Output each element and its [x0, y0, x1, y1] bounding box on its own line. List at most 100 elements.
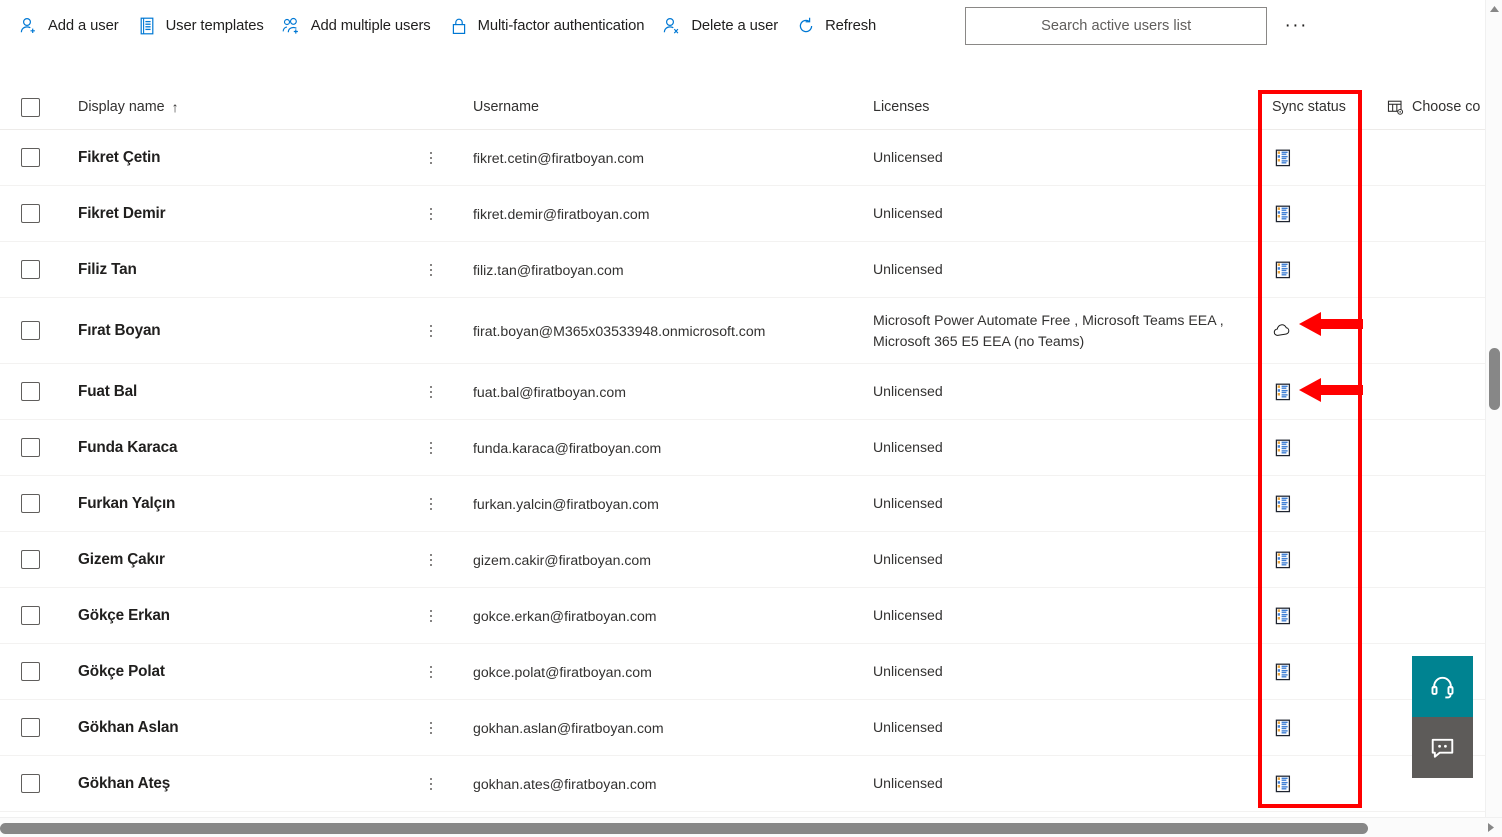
cell-row-actions[interactable]: [420, 298, 442, 363]
row-more-options-icon[interactable]: [420, 315, 442, 347]
cell-display-name[interactable]: Gökçe Polat: [78, 644, 165, 699]
table-row[interactable]: Fırat Boyan firat.boyan@M365x03533948.onm…: [0, 298, 1485, 364]
refresh-button[interactable]: Refresh: [787, 7, 885, 45]
row-checkbox[interactable]: [21, 204, 40, 223]
row-more-options-icon[interactable]: [420, 600, 442, 632]
cell-licenses: Unlicensed: [873, 532, 1253, 587]
row-checkbox[interactable]: [21, 718, 40, 737]
row-more-options-icon[interactable]: [420, 254, 442, 286]
cell-display-name[interactable]: Fuat Bal: [78, 364, 137, 419]
row-checkbox-cell[interactable]: [21, 130, 40, 185]
cell-row-actions[interactable]: [420, 700, 442, 755]
cell-row-actions[interactable]: [420, 242, 442, 297]
delete-a-user-button[interactable]: Delete a user: [653, 7, 787, 45]
cell-display-name[interactable]: Gökhan Aslan: [78, 700, 179, 755]
cell-row-actions[interactable]: [420, 588, 442, 643]
row-checkbox-cell[interactable]: [21, 532, 40, 587]
display-name-text: Gökhan Aslan: [78, 718, 179, 736]
row-checkbox[interactable]: [21, 260, 40, 279]
row-checkbox-cell[interactable]: [21, 298, 40, 363]
table-row[interactable]: Gökçe Polat gokce.polat@firatboyan.com Unl…: [0, 644, 1485, 700]
feedback-button[interactable]: [1412, 717, 1473, 778]
cell-sync-status: [1272, 700, 1294, 755]
search-box[interactable]: [965, 7, 1268, 45]
add-a-user-button[interactable]: Add a user: [10, 7, 128, 45]
add-multiple-users-button[interactable]: Add multiple users: [273, 7, 440, 45]
cell-display-name[interactable]: Furkan Yalçın: [78, 476, 175, 531]
scroll-up-arrow-button[interactable]: [1486, 0, 1502, 18]
user-templates-button[interactable]: User templates: [128, 7, 273, 45]
row-more-options-icon[interactable]: [420, 376, 442, 408]
cell-display-name[interactable]: Fikret Demir: [78, 186, 166, 241]
row-checkbox[interactable]: [21, 438, 40, 457]
cell-display-name[interactable]: Fırat Boyan: [78, 298, 161, 363]
scroll-right-arrow-button[interactable]: [1482, 818, 1500, 837]
table-row[interactable]: Fikret Demir fikret.demir@firatboyan.com U…: [0, 186, 1485, 242]
row-checkbox-cell[interactable]: [21, 186, 40, 241]
row-checkbox[interactable]: [21, 148, 40, 167]
table-row[interactable]: Fuat Bal fuat.bal@firatboyan.com Unlicense…: [0, 364, 1485, 420]
select-all-checkbox-cell[interactable]: [21, 85, 40, 129]
table-row[interactable]: Gökçe Erkan gokce.erkan@firatboyan.com Unl…: [0, 588, 1485, 644]
search-input[interactable]: [966, 8, 1267, 44]
cell-row-actions[interactable]: [420, 420, 442, 475]
row-checkbox[interactable]: [21, 774, 40, 793]
row-checkbox-cell[interactable]: [21, 242, 40, 297]
cell-row-actions[interactable]: [420, 532, 442, 587]
table-row[interactable]: Filiz Tan filiz.tan@firatboyan.com Unlicen…: [0, 242, 1485, 298]
table-row[interactable]: Funda Karaca funda.karaca@firatboyan.com U…: [0, 420, 1485, 476]
row-checkbox[interactable]: [21, 606, 40, 625]
row-more-options-icon[interactable]: [420, 544, 442, 576]
vertical-scrollbar-thumb[interactable]: [1489, 348, 1500, 410]
column-header-sync-status[interactable]: Sync status: [1272, 85, 1346, 129]
cell-row-actions[interactable]: [420, 756, 442, 811]
choose-columns-button[interactable]: Choose co: [1385, 85, 1480, 129]
row-checkbox-cell[interactable]: [21, 588, 40, 643]
column-header-licenses[interactable]: Licenses: [873, 85, 929, 129]
cell-display-name[interactable]: Funda Karaca: [78, 420, 178, 475]
cell-display-name[interactable]: Gizem Çakır: [78, 532, 165, 587]
column-header-display-name[interactable]: Display name ↑: [78, 85, 179, 129]
row-more-options-icon[interactable]: [420, 488, 442, 520]
cell-row-actions[interactable]: [420, 644, 442, 699]
row-checkbox[interactable]: [21, 662, 40, 681]
row-checkbox[interactable]: [21, 494, 40, 513]
vertical-scrollbar[interactable]: [1485, 0, 1502, 820]
row-checkbox-cell[interactable]: [21, 756, 40, 811]
row-checkbox[interactable]: [21, 321, 40, 340]
row-checkbox-cell[interactable]: [21, 364, 40, 419]
row-more-options-icon[interactable]: [420, 656, 442, 688]
cell-row-actions[interactable]: [420, 364, 442, 419]
horizontal-scrollbar[interactable]: [0, 817, 1502, 837]
column-header-username[interactable]: Username: [473, 85, 539, 129]
help-support-button[interactable]: [1412, 656, 1473, 717]
cell-row-actions[interactable]: [420, 476, 442, 531]
cell-display-name[interactable]: Fikret Çetin: [78, 130, 161, 185]
table-row[interactable]: Gökhan Ateş gokhan.ates@firatboyan.com Unl…: [0, 756, 1485, 812]
row-checkbox[interactable]: [21, 550, 40, 569]
row-checkbox-cell[interactable]: [21, 476, 40, 531]
cell-row-actions[interactable]: [420, 130, 442, 185]
cell-display-name[interactable]: Gökçe Erkan: [78, 588, 170, 643]
row-checkbox-cell[interactable]: [21, 644, 40, 699]
table-row[interactable]: Furkan Yalçın furkan.yalcin@firatboyan.co…: [0, 476, 1485, 532]
cell-display-name[interactable]: Filiz Tan: [78, 242, 137, 297]
horizontal-scrollbar-thumb[interactable]: [0, 823, 1368, 834]
row-more-options-icon[interactable]: [420, 432, 442, 464]
row-more-options-icon[interactable]: [420, 198, 442, 230]
select-all-checkbox[interactable]: [21, 97, 40, 117]
cell-licenses: Unlicensed: [873, 476, 1253, 531]
table-row[interactable]: Fikret Çetin fikret.cetin@firatboyan.com U…: [0, 130, 1485, 186]
row-more-options-icon[interactable]: [420, 142, 442, 174]
row-checkbox-cell[interactable]: [21, 420, 40, 475]
table-row[interactable]: Gökhan Aslan gokhan.aslan@firatboyan.com U…: [0, 700, 1485, 756]
row-checkbox-cell[interactable]: [21, 700, 40, 755]
toolbar-overflow-button[interactable]: ···: [1279, 9, 1313, 43]
row-more-options-icon[interactable]: [420, 712, 442, 744]
table-row[interactable]: Gizem Çakır gizem.cakir@firatboyan.com Unl…: [0, 532, 1485, 588]
multi-factor-authentication-button[interactable]: Multi-factor authentication: [440, 7, 654, 45]
cell-display-name[interactable]: Gökhan Ateş: [78, 756, 170, 811]
row-more-options-icon[interactable]: [420, 768, 442, 800]
cell-row-actions[interactable]: [420, 186, 442, 241]
row-checkbox[interactable]: [21, 382, 40, 401]
